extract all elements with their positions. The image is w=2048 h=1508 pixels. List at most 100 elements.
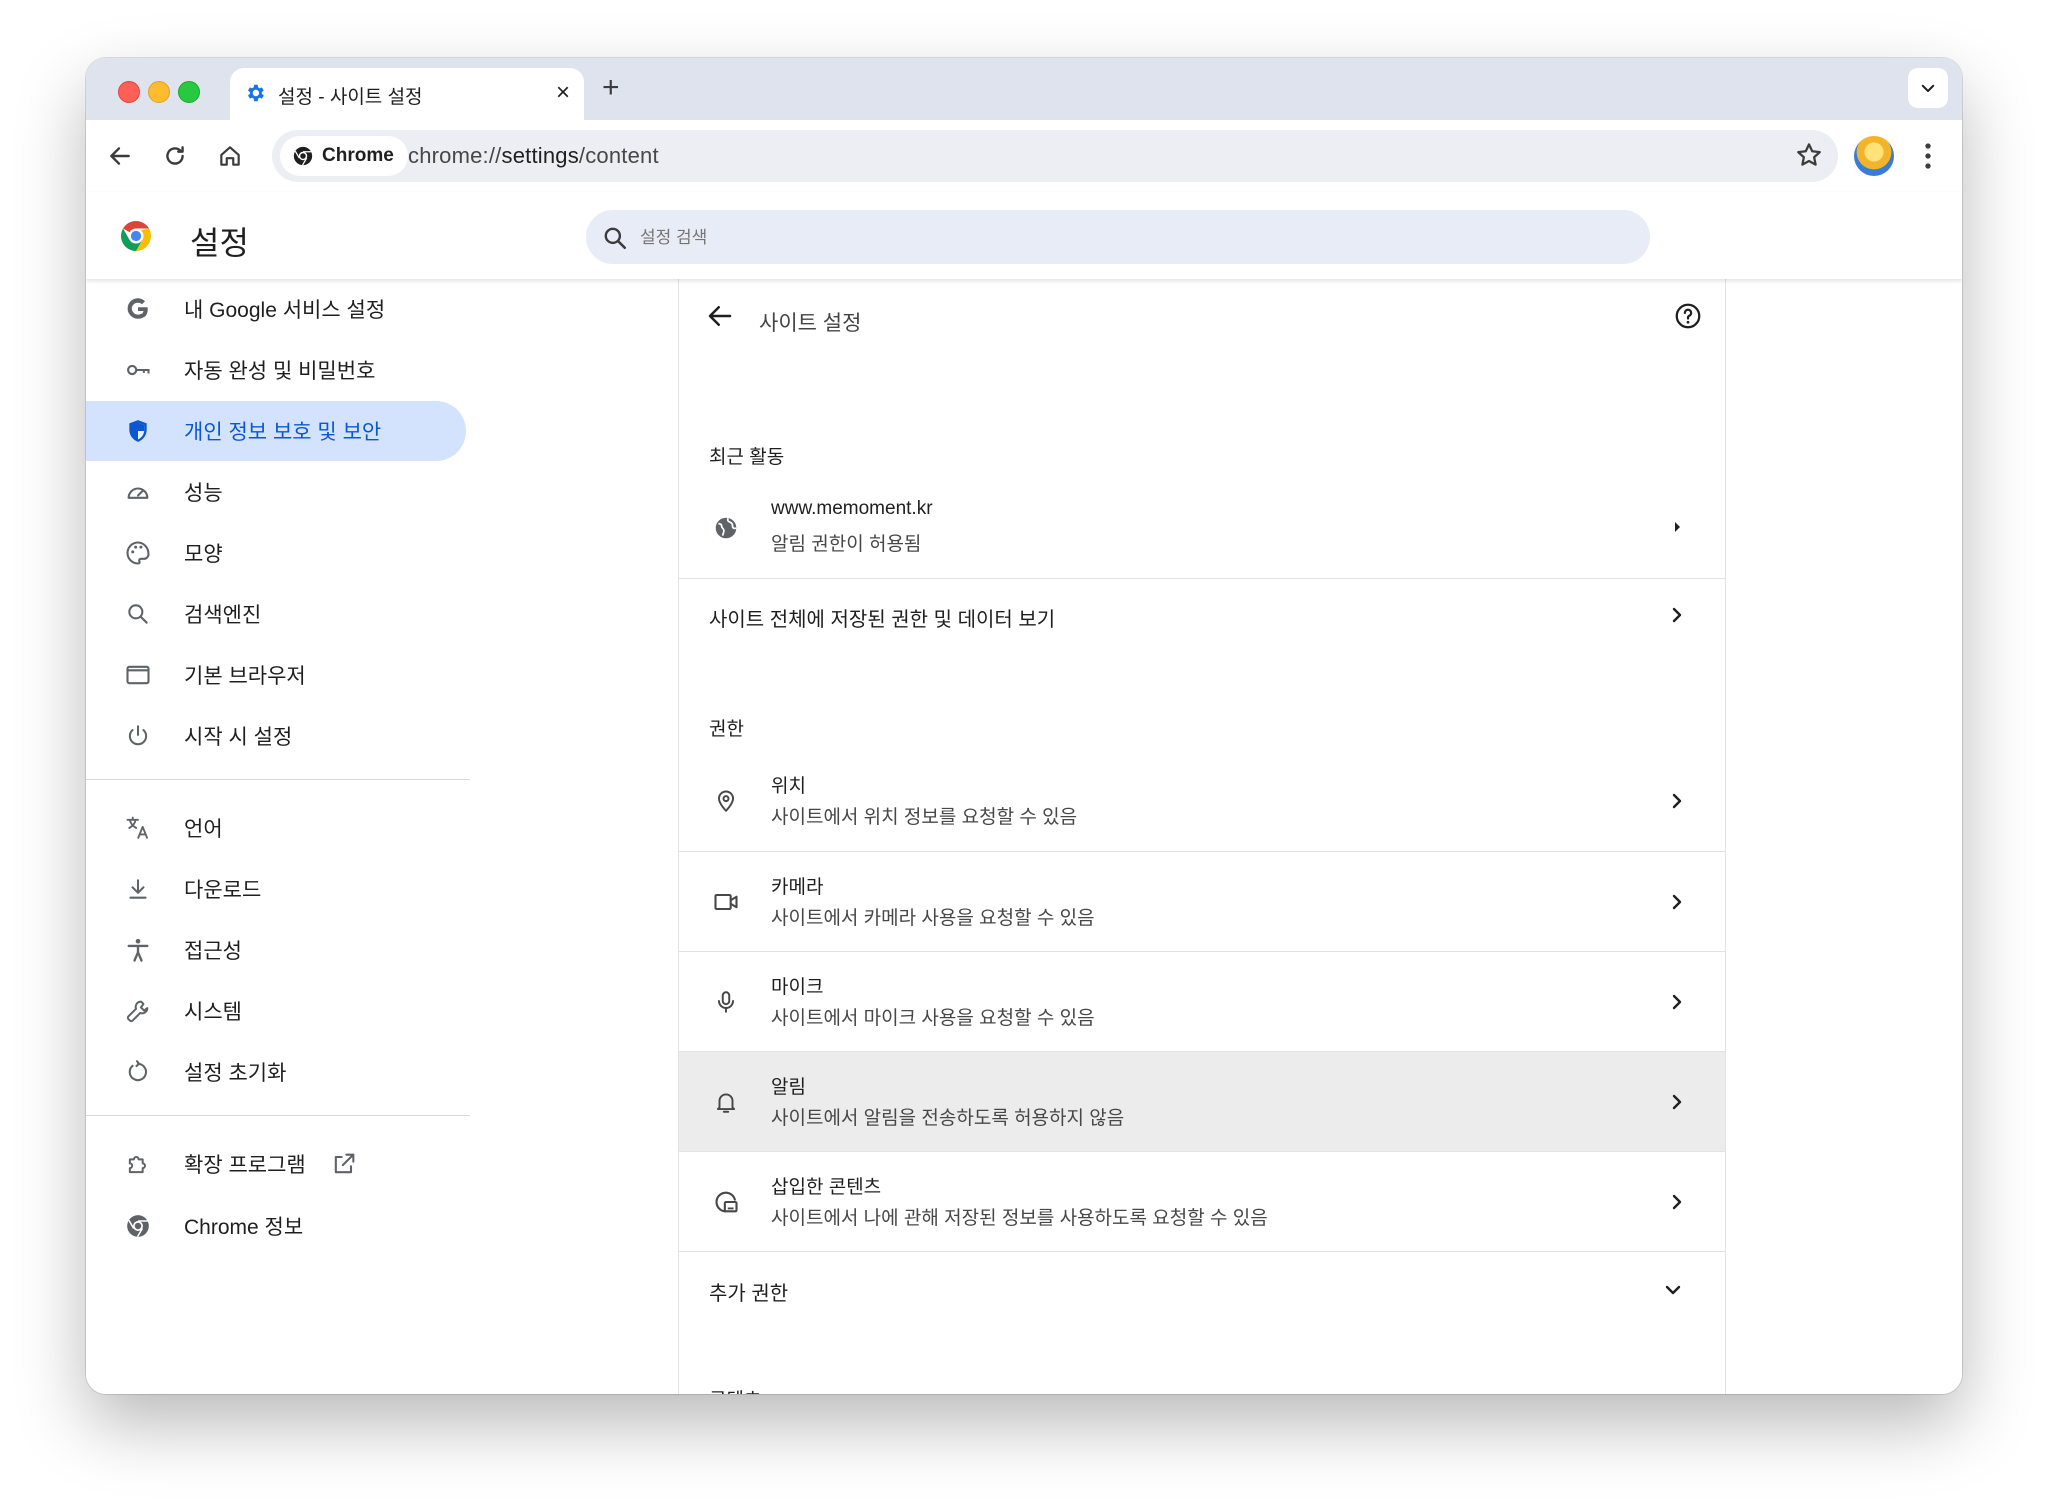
location-pin-icon <box>711 786 741 816</box>
reload-button[interactable] <box>155 136 195 176</box>
sidebar-item-google-services[interactable]: 내 Google 서비스 설정 <box>86 279 468 339</box>
tab-settings[interactable]: 설정 - 사이트 설정 × <box>230 68 584 120</box>
card-header: 사이트 설정 <box>679 279 1725 363</box>
url-scheme: chrome:// <box>408 143 502 168</box>
site-info-chip[interactable]: Chrome <box>280 136 408 176</box>
sidebar-item-label: 검색엔진 <box>184 604 262 627</box>
chevron-right-icon <box>1665 1090 1689 1119</box>
new-tab-button[interactable]: + <box>602 71 620 105</box>
tab-strip: 설정 - 사이트 설정 × + <box>86 58 1962 120</box>
sidebar-item-search-engine[interactable]: 검색엔진 <box>86 584 468 644</box>
profile-avatar[interactable] <box>1854 136 1894 176</box>
bell-icon <box>711 1087 741 1117</box>
recent-site-name: www.memoment.kr <box>771 498 933 519</box>
help-circle-icon <box>1675 303 1701 329</box>
sidebar-item-performance[interactable]: 성능 <box>86 462 468 522</box>
url-host: settings <box>501 143 579 168</box>
sidebar-item-on-startup[interactable]: 시작 시 설정 <box>86 706 468 766</box>
globe-icon <box>711 513 741 543</box>
sidebar-item-appearance[interactable]: 모양 <box>86 523 468 583</box>
tab-search-button[interactable] <box>1908 68 1948 108</box>
palette-icon <box>124 539 152 567</box>
chevron-right-icon <box>1665 603 1689 632</box>
sidebar-item-autofill[interactable]: 자동 완성 및 비밀번호 <box>86 340 468 400</box>
permission-row-notifications[interactable]: 알림 사이트에서 알림을 전송하도록 허용하지 않음 <box>679 1051 1725 1152</box>
sidebar-item-languages[interactable]: 언어 <box>86 798 468 858</box>
sidebar-item-privacy[interactable]: 개인 정보 보호 및 보안 <box>86 401 466 461</box>
permission-row-camera[interactable]: 카메라 사이트에서 카메라 사용을 요청할 수 있음 <box>679 851 1725 952</box>
more-vert-icon <box>1925 143 1931 169</box>
caret-right-icon <box>1665 515 1689 544</box>
url-text[interactable]: chrome://settings/content <box>408 143 659 169</box>
camera-icon <box>711 887 741 917</box>
download-icon <box>124 875 152 903</box>
accessibility-icon <box>124 936 152 964</box>
home-icon <box>220 146 240 166</box>
permission-row-embedded-content[interactable]: 삽입한 콘텐츠 사이트에서 나에 관해 저장된 정보를 사용하도록 요청할 수 … <box>679 1151 1725 1252</box>
help-button[interactable] <box>1673 301 1703 336</box>
key-icon <box>124 356 152 384</box>
permission-title: 알림 <box>771 1077 806 1098</box>
browser-window-icon <box>124 661 152 689</box>
wrench-icon <box>124 997 152 1025</box>
permission-row-microphone[interactable]: 마이크 사이트에서 마이크 사용을 요청할 수 있음 <box>679 951 1725 1052</box>
microphone-icon <box>711 987 741 1017</box>
permission-title: 마이크 <box>771 977 824 998</box>
recent-activity-heading: 최근 활동 <box>709 447 785 468</box>
recent-site-row[interactable]: www.memoment.kr 알림 권한이 허용됨 <box>679 479 1725 578</box>
sidebar-item-label: 다운로드 <box>184 879 262 902</box>
close-window-button[interactable] <box>118 81 140 103</box>
chrome-icon <box>124 1212 152 1240</box>
chevron-right-icon <box>1665 890 1689 919</box>
reload-icon <box>166 146 184 165</box>
sidebar-item-label: 설정 초기화 <box>184 1062 287 1085</box>
permission-desc: 사이트에서 나에 관해 저장된 정보를 사용하도록 요청할 수 있음 <box>771 1208 1268 1229</box>
sidebar-item-label: 모양 <box>184 543 223 566</box>
menu-button[interactable] <box>1908 136 1948 181</box>
close-tab-icon[interactable]: × <box>556 78 570 108</box>
settings-search-box[interactable] <box>586 210 1650 264</box>
back-button[interactable] <box>100 136 140 176</box>
sidebar-item-system[interactable]: 시스템 <box>86 981 468 1041</box>
home-button[interactable] <box>210 136 250 176</box>
sidebar-item-label: 내 Google 서비스 설정 <box>184 299 386 322</box>
back-button[interactable] <box>705 301 735 336</box>
shield-icon <box>124 417 152 445</box>
minimize-window-button[interactable] <box>148 81 170 103</box>
sidebar-item-downloads[interactable]: 다운로드 <box>86 859 468 919</box>
more-permissions-row[interactable]: 추가 권한 <box>679 1251 1725 1328</box>
sidebar-item-label: 기본 브라우저 <box>184 665 306 688</box>
permission-row-location[interactable]: 위치 사이트에서 위치 정보를 요청할 수 있음 <box>679 751 1725 851</box>
settings-search-input[interactable] <box>638 222 1542 254</box>
more-permissions-label: 추가 권한 <box>709 1283 789 1305</box>
address-bar[interactable]: Chrome chrome://settings/content <box>272 130 1838 182</box>
sidebar-item-about-chrome[interactable]: Chrome 정보 <box>86 1196 468 1256</box>
external-link-icon <box>330 1150 358 1183</box>
settings-body: 내 Google 서비스 설정 자동 완성 및 비밀번호 개인 정보 보호 및 … <box>86 279 1962 1394</box>
sidebar-item-reset[interactable]: 설정 초기화 <box>86 1042 468 1102</box>
sidebar-item-default-browser[interactable]: 기본 브라우저 <box>86 645 468 705</box>
gear-icon <box>248 84 264 102</box>
subpage-title: 사이트 설정 <box>759 312 862 335</box>
permission-title: 위치 <box>771 776 806 797</box>
chrome-icon <box>293 146 313 166</box>
sidebar-item-label: 확장 프로그램 <box>184 1154 306 1177</box>
chevron-down-icon <box>1661 1278 1685 1307</box>
sidebar-divider <box>86 1115 470 1116</box>
search-icon <box>604 227 627 250</box>
arrow-left-icon <box>110 147 130 165</box>
maximize-window-button[interactable] <box>178 81 200 103</box>
tab-title: 설정 - 사이트 설정 <box>278 87 423 108</box>
sidebar: 내 Google 서비스 설정 자동 완성 및 비밀번호 개인 정보 보호 및 … <box>86 279 486 1394</box>
all-sites-label: 사이트 전체에 저장된 권한 및 데이터 보기 <box>709 609 1056 631</box>
sidebar-item-extensions[interactable]: 확장 프로그램 <box>86 1134 468 1194</box>
sidebar-item-label: 성능 <box>184 482 223 505</box>
chevron-right-icon <box>1665 1190 1689 1219</box>
all-sites-row[interactable]: 사이트 전체에 저장된 권한 및 데이터 보기 <box>679 578 1725 653</box>
sidebar-item-accessibility[interactable]: 접근성 <box>86 920 468 980</box>
bookmark-star-button[interactable] <box>1794 140 1824 175</box>
url-path: /content <box>578 143 659 168</box>
sidebar-item-label: Chrome 정보 <box>184 1216 304 1239</box>
sidebar-item-label: 언어 <box>184 818 223 841</box>
chrome-logo-icon <box>121 221 151 251</box>
